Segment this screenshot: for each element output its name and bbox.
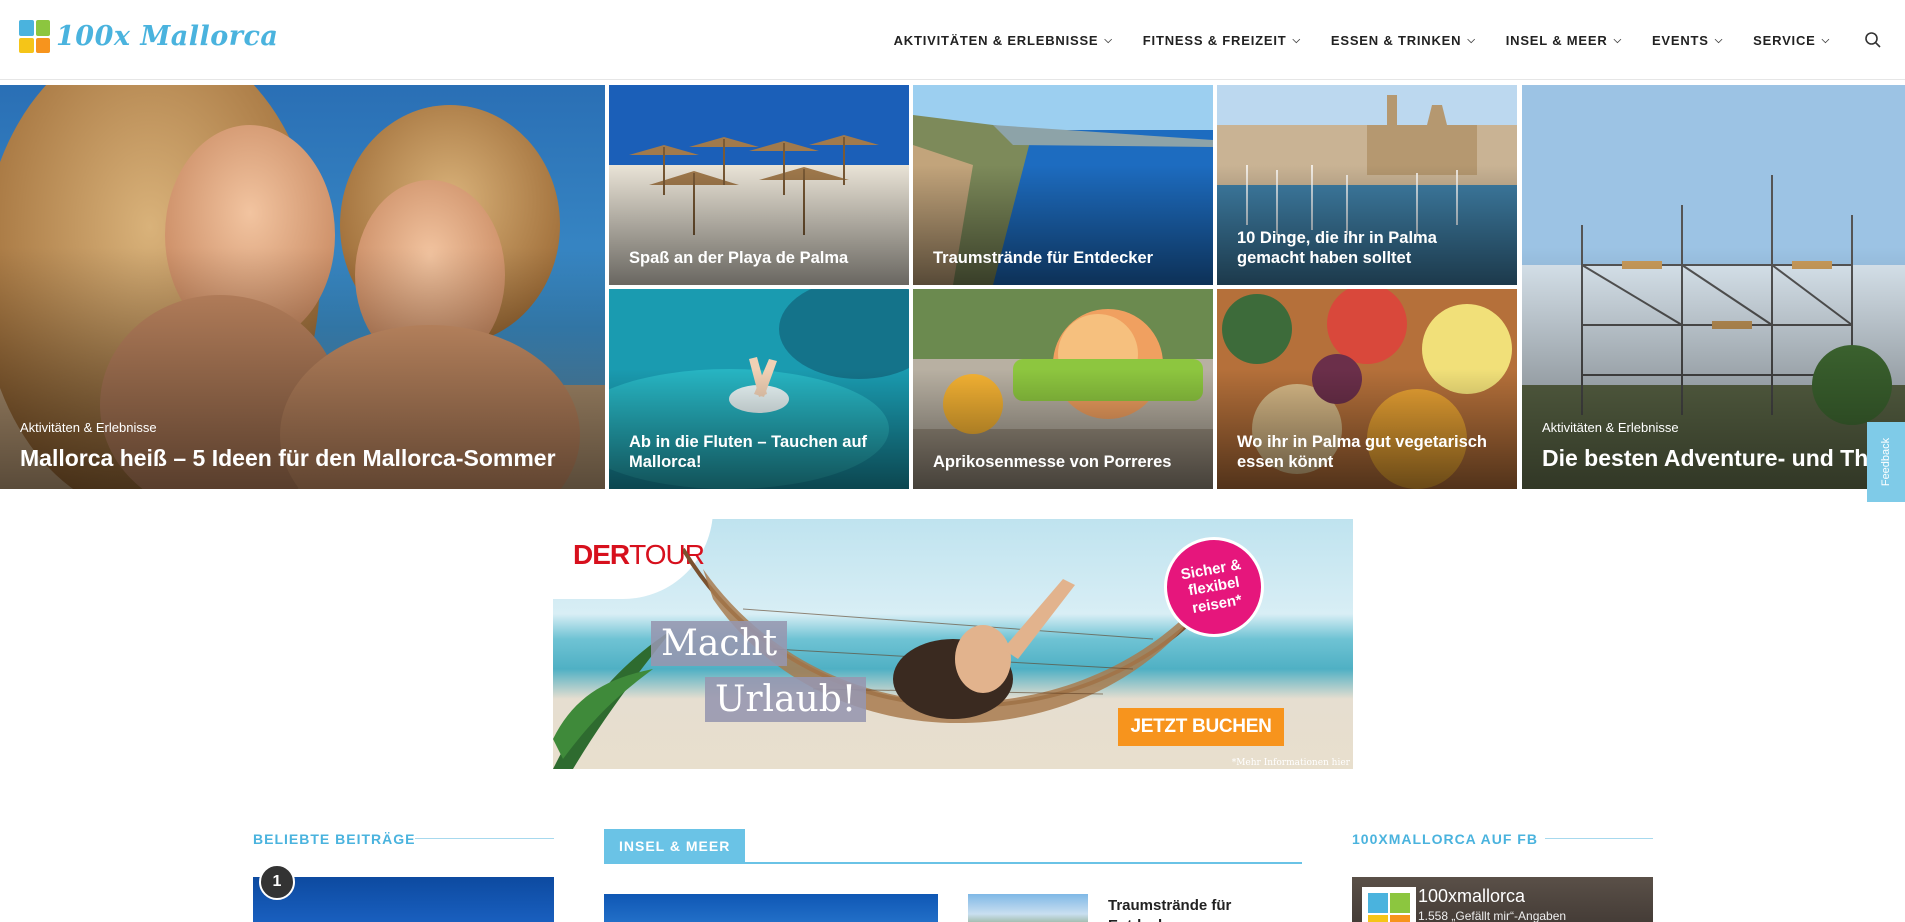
chevron-down-icon: ⌵ bbox=[1714, 34, 1724, 46]
logo-text: 100x Mallorca bbox=[56, 21, 279, 52]
featured-tile-mallorca-heiss[interactable]: Aktivitäten & Erlebnisse Mallorca heiß –… bbox=[0, 85, 605, 489]
nav-item-insel[interactable]: INSEL & MEER ⌵ bbox=[1506, 33, 1622, 48]
tile-title[interactable]: Traumstrände für Entdecker bbox=[933, 248, 1197, 269]
tile-traumstraende[interactable]: Traumstrände für Entdecker bbox=[913, 85, 1213, 285]
island-main-image[interactable] bbox=[604, 894, 938, 922]
logo-mark-icon bbox=[19, 20, 50, 53]
tile-10-dinge-palma[interactable]: 10 Dinge, die ihr in Palma gemacht haben… bbox=[1217, 85, 1517, 285]
ad-brand-der: DER bbox=[573, 539, 630, 570]
nav-item-fitness[interactable]: FITNESS & FREIZEIT ⌵ bbox=[1143, 33, 1301, 48]
tile-title[interactable]: Die besten Adventure- und Themenparks bbox=[1542, 444, 1905, 473]
island-thumb-image[interactable] bbox=[968, 894, 1088, 922]
site-logo[interactable]: 100x Mallorca bbox=[19, 20, 278, 53]
island-item-title[interactable]: Traumstrände für Entdecker bbox=[1108, 896, 1278, 922]
rank-badge: 1 bbox=[259, 864, 295, 900]
site-header: 100x Mallorca AKTIVITÄTEN & ERLEBNISSE ⌵… bbox=[0, 0, 1905, 80]
chevron-down-icon: ⌵ bbox=[1821, 34, 1830, 46]
popular-post-image[interactable] bbox=[253, 877, 554, 922]
chevron-down-icon: ⌵ bbox=[1292, 34, 1301, 46]
tile-tauchen[interactable]: Ab in die Fluten – Tauchen auf Mallorca! bbox=[609, 289, 909, 489]
ad-banner[interactable]: DERTOUR Macht Urlaub! Sicher & flexibel … bbox=[553, 519, 1353, 769]
tile-title[interactable]: Wo ihr in Palma gut vegetarisch essen kö… bbox=[1237, 432, 1501, 473]
nav-item-label: INSEL & MEER bbox=[1505, 32, 1608, 48]
tile-vegetarisch[interactable]: Wo ihr in Palma gut vegetarisch essen kö… bbox=[1217, 289, 1517, 489]
nav-item-events[interactable]: EVENTS ⌵ bbox=[1652, 33, 1723, 48]
tile-title[interactable]: Spaß an der Playa de Palma bbox=[629, 248, 893, 269]
nav-item-label: EVENTS bbox=[1651, 32, 1709, 48]
main-nav: AKTIVITÄTEN & ERLEBNISSE ⌵ FITNESS & FRE… bbox=[864, 0, 1905, 80]
section-divider bbox=[604, 862, 1302, 864]
feedback-tab[interactable]: Feedback bbox=[1867, 422, 1905, 502]
nav-item-label: ESSEN & TRINKEN bbox=[1330, 32, 1462, 48]
chevron-down-icon: ⌵ bbox=[1104, 34, 1113, 46]
ad-headline-1: Macht bbox=[651, 621, 788, 666]
section-title-facebook: 100XMALLORCA AUF FB bbox=[1352, 831, 1538, 847]
nav-item-label: FITNESS & FREIZEIT bbox=[1142, 32, 1287, 48]
section-title-island[interactable]: INSEL & MEER bbox=[604, 829, 746, 863]
facebook-widget[interactable]: 100xmallorca 1.558 „Gefällt mir“-Angaben bbox=[1352, 877, 1653, 922]
search-icon[interactable] bbox=[1864, 31, 1882, 49]
section-divider bbox=[415, 838, 554, 839]
tile-title[interactable]: 10 Dinge, die ihr in Palma gemacht haben… bbox=[1237, 228, 1501, 269]
nav-item-label: AKTIVITÄTEN & ERLEBNISSE bbox=[893, 32, 1099, 48]
section-title-popular: BELIEBTE BEITRÄGE bbox=[253, 831, 416, 847]
feedback-label: Feedback bbox=[1880, 437, 1892, 487]
chevron-down-icon: ⌵ bbox=[1467, 34, 1476, 46]
ad-footnote[interactable]: *Mehr Informationen hier bbox=[1232, 758, 1350, 768]
palm-leaf-icon bbox=[553, 629, 673, 769]
tile-title[interactable]: Aprikosenmesse von Porreres bbox=[933, 452, 1197, 473]
nav-item-service[interactable]: SERVICE ⌵ bbox=[1753, 33, 1830, 48]
tile-aprikosenmesse[interactable]: Aprikosenmesse von Porreres bbox=[913, 289, 1213, 489]
tile-title[interactable]: Ab in die Fluten – Tauchen auf Mallorca! bbox=[629, 432, 893, 473]
chevron-down-icon: ⌵ bbox=[1613, 34, 1622, 46]
tile-category[interactable]: Aktivitäten & Erlebnisse bbox=[1542, 420, 1679, 435]
nav-item-essen[interactable]: ESSEN & TRINKEN ⌵ bbox=[1331, 33, 1476, 48]
tile-title[interactable]: Mallorca heiß – 5 Ideen für den Mallorca… bbox=[20, 444, 589, 473]
section-divider bbox=[1545, 838, 1653, 839]
featured-grid: Aktivitäten & Erlebnisse Mallorca heiß –… bbox=[0, 85, 1905, 489]
facebook-page-name[interactable]: 100xmallorca bbox=[1418, 886, 1525, 907]
nav-item-aktivitaeten[interactable]: AKTIVITÄTEN & ERLEBNISSE ⌵ bbox=[894, 33, 1113, 48]
featured-tile-adventure-parks[interactable]: Aktivitäten & Erlebnisse Die besten Adve… bbox=[1522, 85, 1905, 489]
tile-category[interactable]: Aktivitäten & Erlebnisse bbox=[20, 420, 157, 435]
ad-headline-2: Urlaub! bbox=[705, 677, 867, 722]
jetzt-buchen-button[interactable]: JETZT BUCHEN bbox=[1118, 708, 1284, 746]
facebook-likes-count: 1.558 „Gefällt mir“-Angaben bbox=[1418, 909, 1567, 922]
nav-item-label: SERVICE bbox=[1753, 32, 1816, 48]
facebook-page-avatar bbox=[1362, 887, 1416, 922]
tile-playa-de-palma[interactable]: Spaß an der Playa de Palma bbox=[609, 85, 909, 285]
